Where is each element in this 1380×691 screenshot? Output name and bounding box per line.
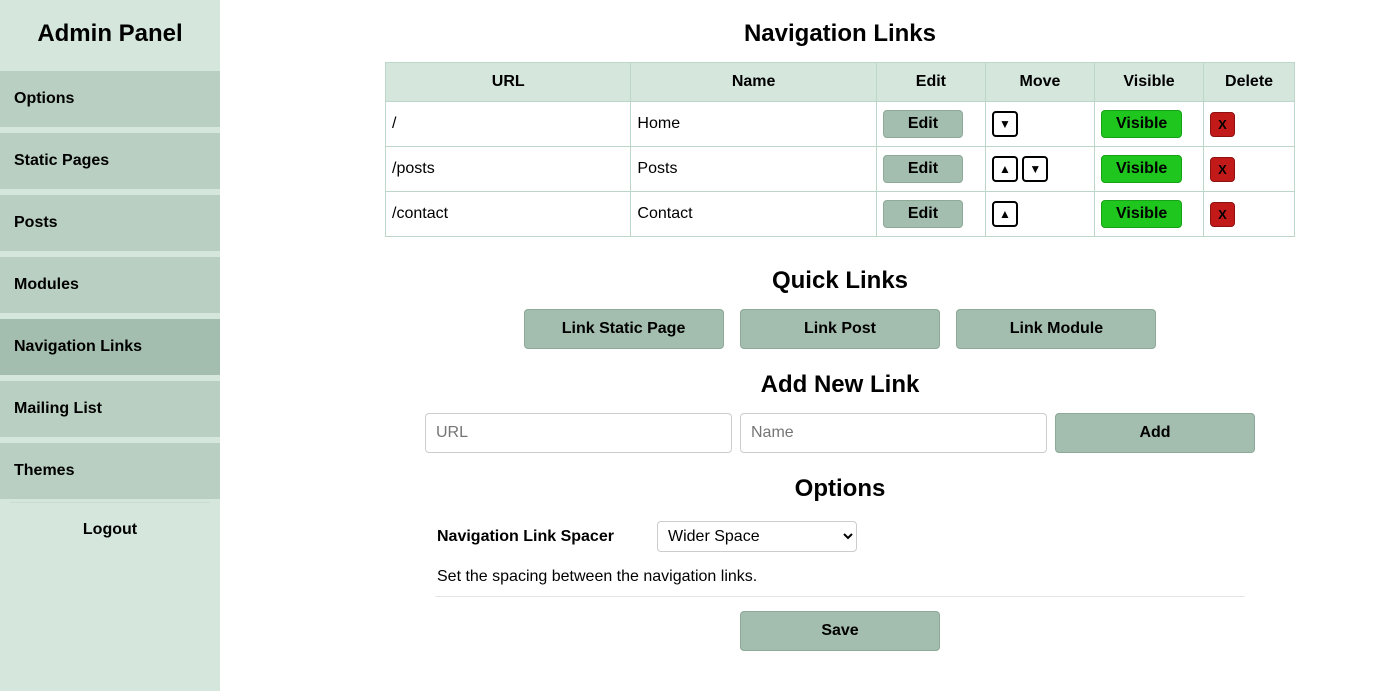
- cell-name: Contact: [631, 192, 876, 237]
- sidebar-item-options[interactable]: Options: [0, 68, 220, 130]
- sidebar-title: Admin Panel: [0, 20, 220, 48]
- visible-toggle-button[interactable]: Visible: [1101, 155, 1182, 183]
- edit-button[interactable]: Edit: [883, 200, 963, 228]
- col-url: URL: [386, 63, 631, 102]
- sidebar: Admin Panel OptionsStatic PagesPostsModu…: [0, 0, 220, 691]
- table-row: /contactContactEdit ▲ Visible X: [386, 192, 1295, 237]
- sidebar-item-modules[interactable]: Modules: [0, 254, 220, 316]
- link-static-page-button[interactable]: Link Static Page: [524, 309, 724, 349]
- cell-visible: Visible: [1095, 147, 1204, 192]
- visible-toggle-button[interactable]: Visible: [1101, 110, 1182, 138]
- cell-name: Home: [631, 102, 876, 147]
- cell-visible: Visible: [1095, 102, 1204, 147]
- navlinks-table: URL Name Edit Move Visible Delete /HomeE…: [385, 62, 1295, 237]
- link-post-button[interactable]: Link Post: [740, 309, 940, 349]
- col-edit: Edit: [876, 63, 985, 102]
- addlink-heading: Add New Link: [340, 371, 1340, 399]
- col-delete: Delete: [1204, 63, 1295, 102]
- cell-edit: Edit: [876, 192, 985, 237]
- cell-name: Posts: [631, 147, 876, 192]
- spacer-label: Navigation Link Spacer: [437, 528, 617, 546]
- edit-button[interactable]: Edit: [883, 110, 963, 138]
- sidebar-item-posts[interactable]: Posts: [0, 192, 220, 254]
- cell-delete: X: [1204, 192, 1295, 237]
- main-content: Navigation Links URL Name Edit Move Visi…: [220, 0, 1380, 691]
- navlinks-heading: Navigation Links: [340, 20, 1340, 48]
- visible-toggle-button[interactable]: Visible: [1101, 200, 1182, 228]
- save-button[interactable]: Save: [740, 611, 940, 651]
- cell-move: ▲ ▼: [985, 147, 1094, 192]
- move-down-button[interactable]: ▼: [992, 111, 1018, 137]
- delete-button[interactable]: X: [1210, 112, 1235, 137]
- cell-move: ▼: [985, 102, 1094, 147]
- options-separator: [435, 596, 1245, 597]
- table-row: /HomeEdit ▼ Visible X: [386, 102, 1295, 147]
- cell-delete: X: [1204, 147, 1295, 192]
- options-heading: Options: [435, 475, 1245, 503]
- sidebar-item-static-pages[interactable]: Static Pages: [0, 130, 220, 192]
- sidebar-item-themes[interactable]: Themes: [0, 440, 220, 502]
- cell-edit: Edit: [876, 102, 985, 147]
- spacer-select[interactable]: Wider Space: [657, 521, 857, 552]
- cell-visible: Visible: [1095, 192, 1204, 237]
- col-name: Name: [631, 63, 876, 102]
- cell-url: /posts: [386, 147, 631, 192]
- cell-delete: X: [1204, 102, 1295, 147]
- logout-link[interactable]: Logout: [0, 503, 220, 557]
- col-visible: Visible: [1095, 63, 1204, 102]
- quicklinks-heading: Quick Links: [340, 267, 1340, 295]
- add-button[interactable]: Add: [1055, 413, 1255, 453]
- move-down-button[interactable]: ▼: [1022, 156, 1048, 182]
- edit-button[interactable]: Edit: [883, 155, 963, 183]
- cell-edit: Edit: [876, 147, 985, 192]
- cell-move: ▲: [985, 192, 1094, 237]
- delete-button[interactable]: X: [1210, 157, 1235, 182]
- sidebar-item-mailing-list[interactable]: Mailing List: [0, 378, 220, 440]
- link-module-button[interactable]: Link Module: [956, 309, 1156, 349]
- move-up-button[interactable]: ▲: [992, 156, 1018, 182]
- spacer-help-text: Set the spacing between the navigation l…: [437, 568, 1243, 586]
- sidebar-item-navigation-links[interactable]: Navigation Links: [0, 316, 220, 378]
- table-row: /postsPostsEdit▲ ▼VisibleX: [386, 147, 1295, 192]
- add-name-input[interactable]: [740, 413, 1047, 453]
- cell-url: /: [386, 102, 631, 147]
- add-url-input[interactable]: [425, 413, 732, 453]
- cell-url: /contact: [386, 192, 631, 237]
- col-move: Move: [985, 63, 1094, 102]
- move-up-button[interactable]: ▲: [992, 201, 1018, 227]
- delete-button[interactable]: X: [1210, 202, 1235, 227]
